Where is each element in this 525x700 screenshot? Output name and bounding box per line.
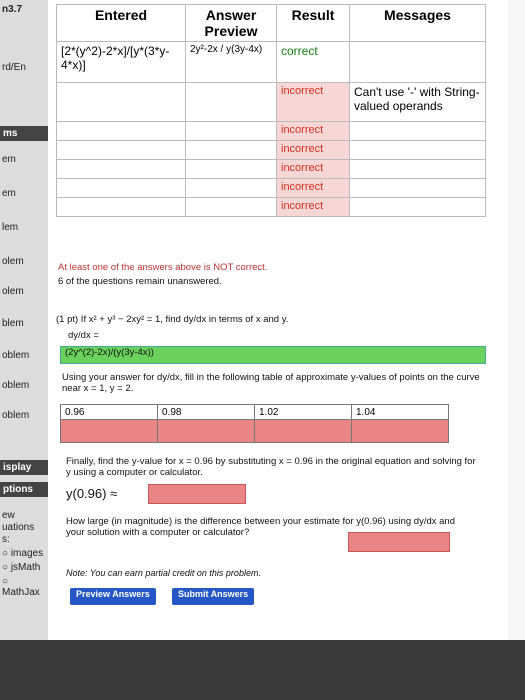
sidebar-misc: s: [2,534,10,545]
preview-cell: 2y²-2x / y(3y-4x) [185,41,277,83]
x-cell: 0.98 [157,404,255,420]
sidebar-misc: ew [2,510,15,521]
sidebar-item[interactable]: em [2,154,16,165]
result-cell: incorrect [276,82,350,122]
table-instruction: Using your answer for dy/dx, fill in the… [62,372,480,394]
sidebar-item[interactable]: olem [2,256,24,267]
result-cell: incorrect [276,197,350,217]
results-table: Entered Answer Preview Result Messages [… [56,4,486,217]
result-cell: correct [276,41,350,83]
sidebar-item[interactable]: oblem [2,350,29,361]
sidebar-top: n3.7 [2,4,23,15]
display-options-label-2: ptions [0,482,48,497]
y096-label: y(0.96) ≈ [66,486,118,501]
not-correct-message: At least one of the answers above is NOT… [58,262,268,273]
sidebar-item[interactable]: em [2,188,16,199]
y-input[interactable] [254,419,352,443]
submit-answers-button[interactable]: Submit Answers [172,588,255,605]
radio-icon: ○ [2,562,11,573]
message-cell: Can't use '-' with String-valued operand… [349,82,486,122]
y-input[interactable] [157,419,255,443]
x-table: 0.96 0.98 1.02 1.04 [60,404,449,443]
radio-mathjax[interactable]: ○ MathJax [2,576,48,598]
sidebar-misc: uations [2,522,35,533]
problem-statement: (1 pt) If x² + y³ − 2xy² = 1, find dy/dx… [56,314,289,325]
partial-credit-note: Note: You can earn partial credit on thi… [66,568,261,578]
col-entered: Entered [56,4,186,42]
radio-images[interactable]: ○ images [2,548,43,559]
x-cell: 1.04 [351,404,449,420]
sidebar-item[interactable]: oblem [2,380,29,391]
screen: n3.7 rd/En ms em em lem olem olem blem o… [0,0,525,640]
dydx-label: dy/dx = [68,330,99,341]
result-cell: incorrect [276,121,350,141]
x-cell: 0.96 [60,404,158,420]
display-options-label: isplay [0,460,48,475]
message-cell [349,41,486,83]
radio-jsmath[interactable]: ○ jsMath [2,562,40,573]
sidebar-item[interactable]: blem [2,318,24,329]
main-content: Entered Answer Preview Result Messages [… [48,0,508,640]
sidebar-item[interactable]: oblem [2,410,29,421]
difference-input[interactable] [348,532,450,552]
finally-text: Finally, find the y-value for x = 0.96 b… [66,456,476,478]
col-messages: Messages [349,4,486,42]
sidebar-item[interactable]: rd/En [2,62,26,73]
result-cell: incorrect [276,140,350,160]
sidebar-item[interactable]: olem [2,286,24,297]
sidebar: n3.7 rd/En ms em em lem olem olem blem o… [0,0,48,640]
unanswered-message: 6 of the questions remain unanswered. [58,276,222,287]
y096-input[interactable] [148,484,246,504]
preview-answers-button[interactable]: Preview Answers [70,588,156,605]
y-input[interactable] [351,419,449,443]
answer-1-input[interactable]: (2y^(2)-2x)/(y(3y-4x)) [60,346,486,364]
radio-icon: ○ [2,576,9,587]
right-scroll-edge [508,0,525,640]
x-cell: 1.02 [254,404,352,420]
result-cell: incorrect [276,159,350,179]
sidebar-item[interactable]: lem [2,222,18,233]
radio-icon: ○ [2,548,11,559]
entered-cell: [2*(y^2)-2*x]/[y*(3*y-4*x)] [56,41,186,83]
col-result: Result [276,4,350,42]
result-cell: incorrect [276,178,350,198]
sidebar-item[interactable]: ms [0,126,48,141]
col-preview: Answer Preview [185,4,277,42]
y-input[interactable] [60,419,158,443]
